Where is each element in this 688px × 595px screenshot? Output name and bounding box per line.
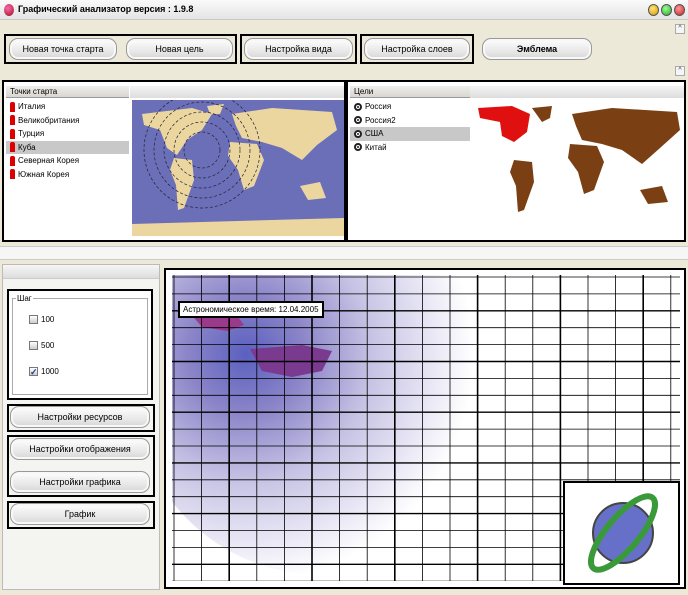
view-settings-button[interactable]: Настройка вида [244, 38, 353, 60]
target-item[interactable]: Россия2 [350, 114, 470, 128]
start-point-item[interactable]: Великобритания [6, 114, 129, 128]
chart-panel: Астрономическое время: 12.04.2005 [164, 268, 686, 589]
start-point-item[interactable]: Южная Корея [6, 168, 129, 182]
window-title: Графический анализатор версия : 1.9.8 [18, 4, 194, 14]
start-points-list[interactable]: Точки старта Италия Великобритания Турция К… [6, 86, 129, 238]
collapse-maps-icon[interactable]: ^ [675, 66, 685, 76]
start-point-item[interactable]: Италия [6, 100, 129, 114]
emblem-button[interactable]: Эмблема [482, 38, 592, 60]
target-icon [354, 102, 362, 111]
target-item[interactable]: Россия [350, 100, 470, 114]
target-item[interactable]: США [350, 127, 470, 141]
emblem-box [563, 481, 680, 585]
start-point-item[interactable]: Турция [6, 127, 129, 141]
start-points-header: Точки старта [6, 86, 129, 98]
start-point-item[interactable]: Северная Корея [6, 154, 129, 168]
step-option[interactable]: 500 [29, 341, 54, 350]
checkbox[interactable]: ✓ [29, 367, 38, 377]
target-world-map[interactable] [472, 100, 684, 236]
pin-icon [10, 169, 15, 180]
splitter[interactable] [0, 246, 688, 260]
checkbox[interactable] [29, 341, 38, 350]
target-item[interactable]: Китай [350, 141, 470, 155]
collapse-toolbar-icon[interactable]: ^ [675, 24, 685, 34]
target-map-header [470, 86, 684, 98]
maximize-button[interactable] [661, 4, 672, 16]
start-point-item[interactable]: Куба [6, 140, 129, 154]
pin-icon [10, 101, 15, 112]
layers-settings-button[interactable]: Настройка слоев [364, 38, 470, 60]
map-header [130, 86, 344, 98]
target-icon [354, 129, 362, 138]
step-option[interactable]: 100 [29, 315, 54, 324]
target-icon [354, 116, 362, 125]
targets-header: Цели [350, 86, 470, 98]
step-group: Шаг 100 500 ✓ 1000 [7, 289, 153, 400]
minimize-button[interactable] [648, 4, 659, 16]
planet-emblem-icon [587, 493, 659, 573]
close-button[interactable] [674, 4, 685, 16]
pin-icon [10, 128, 15, 139]
new-target-button[interactable]: Новая цель [126, 38, 233, 60]
pin-icon [10, 142, 15, 153]
pin-icon [10, 155, 15, 166]
title-bar: Графический анализатор версия : 1.9.8 [0, 0, 688, 20]
target-icon [354, 143, 362, 152]
targets-panel: Цели Россия Россия2 США Китай [346, 80, 686, 242]
graph-settings-button[interactable]: Настройки графика [10, 471, 150, 493]
start-points-panel: Точки старта Италия Великобритания Турция К… [2, 80, 346, 242]
step-label: Шаг [17, 294, 32, 303]
app-icon [4, 4, 14, 16]
sidebar-header [3, 265, 159, 279]
display-settings-button[interactable]: Настройки отображения [10, 438, 150, 460]
graph-button[interactable]: График [10, 503, 150, 525]
resources-settings-button[interactable]: Настройки ресурсов [10, 406, 150, 428]
astronomical-time-label: Астрономическое время: 12.04.2005 [178, 301, 324, 318]
start-world-map[interactable] [132, 100, 344, 236]
checkbox[interactable] [29, 315, 38, 324]
new-start-point-button[interactable]: Новая точка старта [9, 38, 117, 60]
step-option[interactable]: ✓ 1000 [29, 367, 59, 377]
targets-list[interactable]: Цели Россия Россия2 США Китай [350, 86, 470, 238]
pin-icon [10, 115, 15, 126]
